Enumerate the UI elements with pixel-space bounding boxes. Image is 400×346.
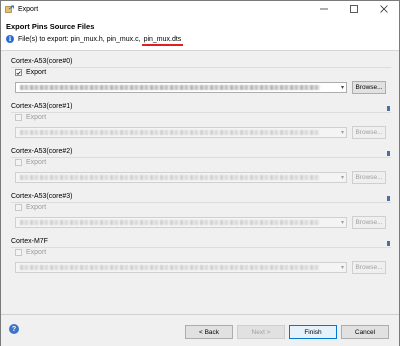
checkbox-label: Export xyxy=(26,249,47,256)
back-button[interactable]: < Back xyxy=(185,325,233,339)
page-title: Export Pins Source Files xyxy=(6,22,95,31)
checkbox-box[interactable] xyxy=(15,159,22,166)
group-cortex-a53-core3: Cortex-A53(core#3) Export ▾ Browse... xyxy=(11,193,391,233)
chevron-down-icon[interactable]: ▾ xyxy=(341,219,344,226)
export-checkbox[interactable]: Export xyxy=(15,159,46,166)
dialog-footer: ? < Back Next > Finish Cancel xyxy=(1,315,399,346)
close-icon xyxy=(380,5,388,13)
info-icon: i xyxy=(6,35,14,43)
checkbox-label: Export xyxy=(26,204,47,211)
group-divider xyxy=(11,202,391,203)
checkbox-box[interactable] xyxy=(15,249,22,256)
cancel-button[interactable]: Cancel xyxy=(341,325,389,339)
browse-button[interactable]: Browse... xyxy=(352,216,386,229)
checkbox-label: Export xyxy=(26,159,47,166)
info-line: i File(s) to export: pin_mux.h, pin_mux.… xyxy=(6,35,184,46)
side-marker xyxy=(387,196,390,201)
output-path-combo[interactable]: ▾ xyxy=(15,262,347,273)
browse-button[interactable]: Browse... xyxy=(352,81,386,94)
group-label: Cortex-M7F xyxy=(11,238,48,245)
blurred-path xyxy=(20,175,320,180)
group-label: Cortex-A53(core#3) xyxy=(11,193,73,200)
browse-button[interactable]: Browse... xyxy=(352,126,386,139)
checkbox-box[interactable] xyxy=(15,69,22,76)
side-marker xyxy=(387,151,390,156)
browse-button[interactable]: Browse... xyxy=(352,261,386,274)
window-title: Export xyxy=(18,5,39,13)
next-button[interactable]: Next > xyxy=(237,325,285,339)
checkbox-box[interactable] xyxy=(15,204,22,211)
minimize-button[interactable] xyxy=(309,1,339,17)
chevron-down-icon[interactable]: ▾ xyxy=(341,129,344,136)
export-checkbox[interactable]: Export xyxy=(15,69,46,76)
side-marker xyxy=(387,106,390,111)
group-divider xyxy=(11,112,391,113)
maximize-button[interactable] xyxy=(339,1,369,17)
export-checkbox[interactable]: Export xyxy=(15,249,46,256)
group-cortex-m7f: Cortex-M7F Export ▾ Browse... xyxy=(11,238,391,278)
info-highlight-file: pin_mux.dts xyxy=(141,35,184,46)
chevron-down-icon[interactable]: ▾ xyxy=(341,264,344,271)
checkbox-label: Export xyxy=(26,69,47,76)
group-divider xyxy=(11,247,391,248)
group-label: Cortex-A53(core#2) xyxy=(11,148,73,155)
blurred-path xyxy=(20,265,320,270)
help-icon[interactable]: ? xyxy=(9,324,19,334)
export-dialog: Export Export Pins Source Files i File(s… xyxy=(0,0,400,346)
export-app-icon xyxy=(5,5,14,14)
chevron-down-icon[interactable]: ▾ xyxy=(341,174,344,181)
export-checkbox[interactable]: Export xyxy=(15,204,46,211)
group-cortex-a53-core0: Cortex-A53(core#0) Export ▾ Browse... xyxy=(11,58,391,98)
output-path-combo[interactable]: ▾ xyxy=(15,127,347,138)
blurred-path xyxy=(20,220,320,225)
group-divider xyxy=(11,67,391,68)
group-label: Cortex-A53(core#1) xyxy=(11,103,73,110)
browse-button[interactable]: Browse... xyxy=(352,171,386,184)
blurred-path xyxy=(20,130,320,135)
finish-button[interactable]: Finish xyxy=(289,325,337,339)
checkmark-icon xyxy=(16,70,21,75)
group-divider xyxy=(11,157,391,158)
group-cortex-a53-core2: Cortex-A53(core#2) Export ▾ Browse... xyxy=(11,148,391,188)
export-checkbox[interactable]: Export xyxy=(15,114,46,121)
title-bar: Export xyxy=(1,1,399,17)
output-path-combo[interactable]: ▾ xyxy=(15,217,347,228)
output-path-combo[interactable]: ▾ xyxy=(15,82,347,93)
output-path-combo[interactable]: ▾ xyxy=(15,172,347,183)
dialog-header: Export Pins Source Files i File(s) to ex… xyxy=(1,17,399,51)
blurred-path xyxy=(20,85,320,90)
group-label: Cortex-A53(core#0) xyxy=(11,58,73,65)
close-button[interactable] xyxy=(369,1,399,17)
chevron-down-icon[interactable]: ▾ xyxy=(341,84,344,91)
group-cortex-a53-core1: Cortex-A53(core#1) Export ▾ Browse... xyxy=(11,103,391,143)
checkbox-box[interactable] xyxy=(15,114,22,121)
info-text: File(s) to export: pin_mux.h, pin_mux.c, xyxy=(18,35,141,43)
side-marker xyxy=(387,241,390,246)
checkbox-label: Export xyxy=(26,114,47,121)
